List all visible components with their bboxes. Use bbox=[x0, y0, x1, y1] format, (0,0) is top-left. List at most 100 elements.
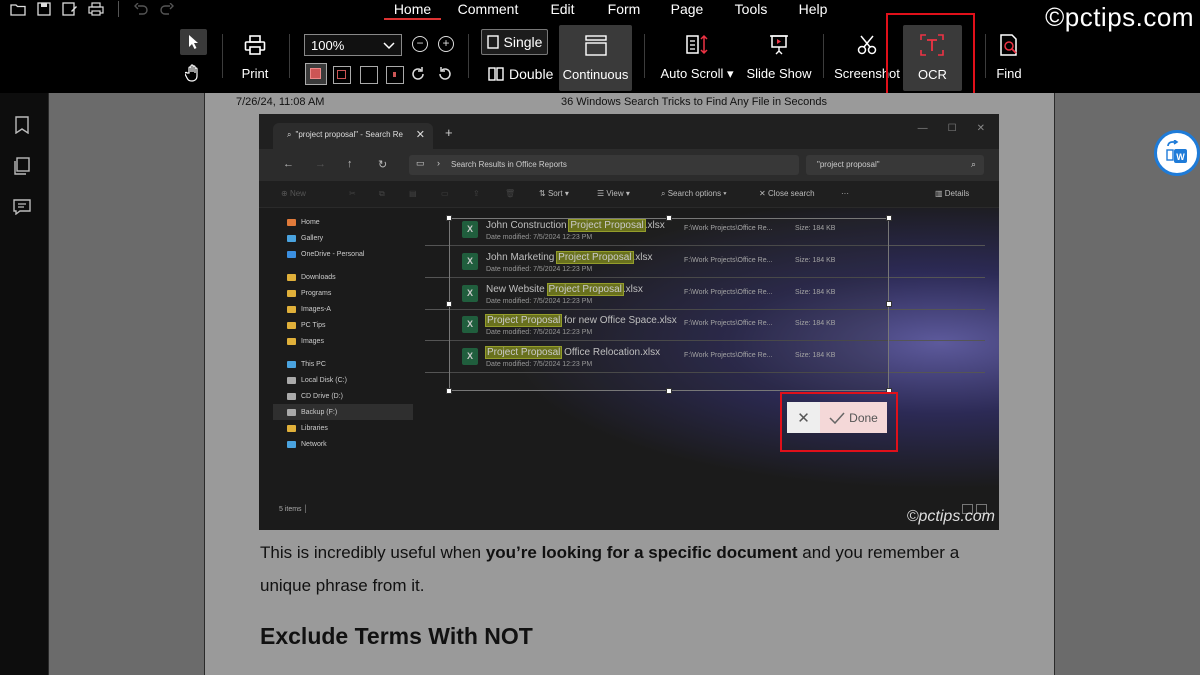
sort-label: Sort bbox=[547, 189, 563, 198]
selection-handle bbox=[886, 301, 892, 307]
new-tab-icon: + bbox=[445, 125, 453, 140]
nav-item-label: Gallery bbox=[301, 234, 324, 242]
menu-help[interactable]: Help bbox=[786, 0, 840, 20]
forward-arrow-icon: → bbox=[315, 158, 326, 170]
explorer-tab-bar: ⌕ "project proposal" - Search Re ✕ + — ☐ … bbox=[259, 114, 999, 149]
slide-show-button[interactable]: Slide Show bbox=[746, 30, 812, 81]
quick-print-icon[interactable] bbox=[86, 1, 106, 17]
svg-text:W: W bbox=[1176, 152, 1185, 162]
share-icon: ⇪ bbox=[473, 189, 480, 198]
view-label: View bbox=[606, 189, 624, 198]
document-viewport[interactable]: 7/26/24, 11:08 AM 36 Windows Search Tric… bbox=[49, 93, 1200, 675]
nav-item-label: PC Tips bbox=[301, 321, 326, 329]
zoom-value: 100% bbox=[311, 37, 345, 53]
menu-form[interactable]: Form bbox=[596, 0, 652, 20]
actual-size-button[interactable] bbox=[333, 66, 351, 84]
continuous-button[interactable]: Continuous bbox=[559, 25, 632, 91]
plus-icon: + bbox=[442, 36, 450, 50]
save-icon[interactable] bbox=[34, 1, 54, 17]
double-page-button[interactable]: Double bbox=[488, 66, 553, 82]
auto-scroll-button[interactable]: Auto Scroll ▾ bbox=[660, 30, 734, 82]
minimize-icon: — bbox=[917, 123, 928, 134]
nav-item: Backup (F:) bbox=[273, 404, 413, 420]
open-folder-icon[interactable] bbox=[8, 1, 28, 17]
selection-handle bbox=[886, 215, 892, 221]
folder-icon bbox=[287, 234, 296, 242]
thumbnails-icon[interactable] bbox=[12, 156, 32, 176]
new-command: ⊕ New bbox=[281, 189, 306, 198]
done-button[interactable]: Done bbox=[820, 402, 887, 433]
nav-group-gap bbox=[273, 262, 413, 269]
quick-access-toolbar bbox=[8, 1, 177, 17]
folder-icon bbox=[287, 424, 296, 432]
nav-item-label: OneDrive - Personal bbox=[301, 250, 365, 258]
fit-width-button[interactable] bbox=[360, 66, 378, 84]
menu-page[interactable]: Page bbox=[658, 0, 716, 20]
zoom-in-button[interactable]: + bbox=[438, 36, 454, 52]
comments-icon[interactable] bbox=[12, 197, 32, 217]
sort-command: ⇅ Sort ▾ bbox=[539, 189, 569, 198]
fit-page-button[interactable] bbox=[305, 63, 327, 85]
single-page-button[interactable]: Single bbox=[481, 29, 548, 55]
printer-icon bbox=[244, 35, 266, 55]
hand-icon bbox=[185, 64, 198, 82]
separator bbox=[644, 34, 645, 78]
bookmark-icon[interactable] bbox=[12, 115, 32, 135]
cancel-selection-button[interactable]: ✕ bbox=[787, 402, 820, 433]
nav-item-label: Downloads bbox=[301, 273, 336, 281]
separator bbox=[289, 34, 290, 78]
menu-home[interactable]: Home bbox=[384, 0, 441, 20]
select-tool-button[interactable] bbox=[180, 29, 207, 55]
refresh-icon: ↻ bbox=[378, 159, 388, 171]
explorer-screenshot: ⌕ "project proposal" - Search Re ✕ + — ☐ … bbox=[259, 114, 999, 530]
nav-item: Libraries bbox=[273, 420, 413, 436]
zoom-select[interactable]: 100% bbox=[304, 34, 402, 56]
cursor-arrow-icon bbox=[188, 35, 198, 49]
undo-icon[interactable] bbox=[131, 1, 151, 17]
zoom-out-button[interactable]: − bbox=[412, 36, 428, 52]
caret-down-icon: ▾ bbox=[726, 66, 734, 81]
search-icon: ⌕ bbox=[287, 130, 292, 139]
folder-icon bbox=[287, 305, 296, 313]
up-arrow-icon: ↑ bbox=[347, 158, 353, 170]
paste-icon: ▤ bbox=[409, 189, 417, 198]
menu-tools[interactable]: Tools bbox=[722, 0, 780, 20]
find-button[interactable]: Find bbox=[994, 30, 1024, 81]
search-options-command: ⌕ Search options ▾ bbox=[661, 189, 727, 198]
print-button[interactable]: Print bbox=[236, 30, 274, 81]
nav-item-label: Backup (F:) bbox=[301, 408, 338, 416]
convert-to-word-button[interactable]: W bbox=[1154, 130, 1200, 176]
details-command: ▥ Details bbox=[935, 189, 970, 198]
continuous-label: Continuous bbox=[562, 67, 629, 82]
find-icon bbox=[1000, 34, 1017, 56]
menu-comment[interactable]: Comment bbox=[447, 0, 529, 20]
redo-icon[interactable] bbox=[157, 1, 177, 17]
close-icon: ✕ bbox=[976, 123, 985, 134]
separator bbox=[468, 34, 469, 78]
nav-item: Downloads bbox=[273, 269, 413, 285]
scissors-icon bbox=[857, 35, 877, 55]
cut-icon: ✂ bbox=[349, 189, 356, 198]
auto-scroll-label: Auto Scroll bbox=[660, 66, 724, 81]
folder-icon bbox=[287, 392, 296, 400]
ocr-confirm-bar: ✕ Done bbox=[787, 402, 887, 433]
separator bbox=[222, 34, 223, 78]
view-command: ☰ View ▾ bbox=[597, 189, 630, 198]
pdf-editor-window: Home Comment Edit Form Page Tools Help ©… bbox=[0, 0, 1200, 675]
fit-visible-button[interactable] bbox=[386, 66, 404, 84]
copy-icon: ⧉ bbox=[379, 189, 385, 198]
nav-group-gap bbox=[273, 349, 413, 356]
rotate-counterclockwise-button[interactable] bbox=[437, 66, 453, 82]
chevron-down-icon bbox=[383, 38, 395, 53]
nav-item-label: Images-A bbox=[301, 305, 331, 313]
ocr-selection-frame bbox=[449, 218, 889, 391]
rotate-clockwise-button[interactable] bbox=[410, 66, 426, 82]
menu-edit[interactable]: Edit bbox=[535, 0, 590, 20]
hand-tool-button[interactable] bbox=[185, 64, 201, 82]
close-search-command: ✕ Close search bbox=[759, 189, 815, 198]
folder-icon bbox=[287, 408, 296, 416]
ocr-highlight-box bbox=[886, 13, 975, 98]
nav-item-label: Libraries bbox=[301, 424, 328, 432]
save-as-icon[interactable] bbox=[60, 1, 80, 17]
folder-icon bbox=[287, 321, 296, 329]
